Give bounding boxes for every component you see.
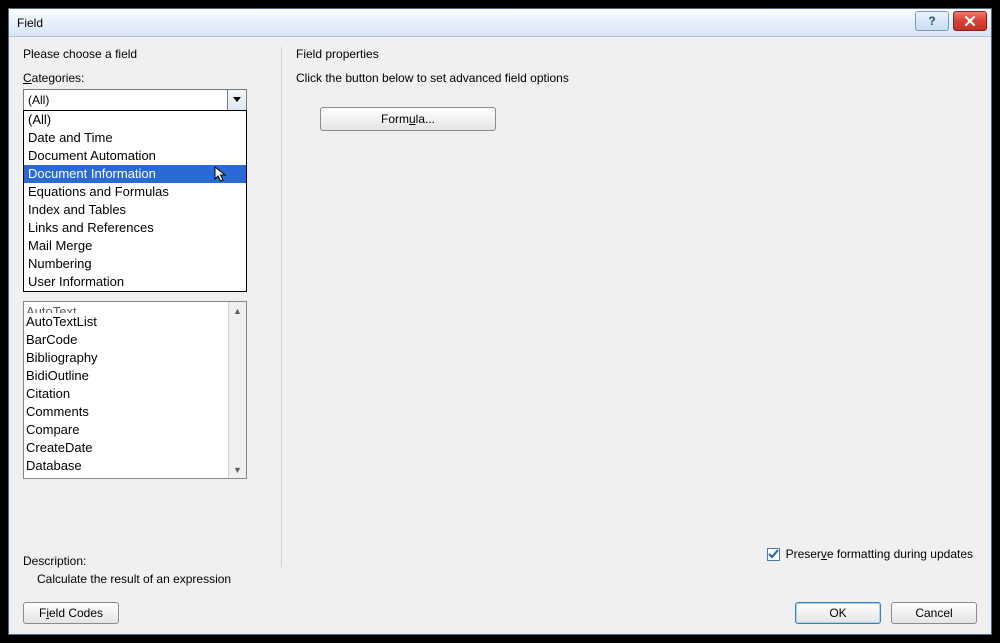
list-item[interactable]: Bibliography — [26, 349, 244, 367]
help-icon: ? — [928, 14, 935, 28]
description-text: Calculate the result of an expression — [23, 572, 231, 586]
description-label: Description: — [23, 554, 231, 568]
list-item[interactable]: BarCode — [26, 331, 244, 349]
preserve-formatting-checkbox[interactable]: Preserve formatting during updates — [767, 547, 973, 561]
help-button[interactable]: ? — [915, 11, 949, 31]
close-button[interactable] — [953, 11, 987, 31]
field-codes-button[interactable]: Field Codes — [23, 602, 119, 624]
dropdown-item[interactable]: Document Automation — [24, 147, 246, 165]
categories-combobox[interactable]: (All) — [23, 89, 247, 111]
window-title: Field — [17, 16, 43, 30]
list-item[interactable]: Compare — [26, 421, 244, 439]
field-properties-heading: Field properties — [296, 47, 977, 61]
categories-dropdown: (All)Date and TimeDocument AutomationDoc… — [23, 110, 247, 292]
dropdown-item[interactable]: Index and Tables — [24, 201, 246, 219]
checkbox-icon[interactable] — [767, 548, 780, 561]
choose-field-heading: Please choose a field — [23, 47, 267, 61]
scroll-up-icon[interactable]: ▲ — [229, 302, 246, 319]
titlebar[interactable]: Field ? — [9, 9, 991, 37]
scrollbar[interactable]: ▲ ▼ — [228, 302, 246, 478]
field-dialog: Field ? Please choose a field Catego — [8, 8, 992, 635]
scroll-down-icon[interactable]: ▼ — [229, 461, 246, 478]
instruction-text: Click the button below to set advanced f… — [296, 71, 977, 85]
dropdown-item[interactable]: Document Information — [24, 165, 246, 183]
dropdown-item[interactable]: User Information — [24, 273, 246, 291]
list-item[interactable]: CreateDate — [26, 439, 244, 457]
dropdown-item[interactable]: Links and References — [24, 219, 246, 237]
list-item[interactable]: AutoText — [26, 303, 244, 313]
ok-button[interactable]: OK — [795, 602, 881, 624]
chevron-down-icon[interactable] — [227, 90, 246, 110]
dropdown-item[interactable]: Equations and Formulas — [24, 183, 246, 201]
field-names-listbox[interactable]: AutoText AutoTextListBarCodeBibliography… — [23, 301, 247, 479]
close-icon — [964, 16, 976, 26]
dropdown-item[interactable]: Numbering — [24, 255, 246, 273]
preserve-formatting-label: Preserve formatting during updates — [786, 547, 973, 561]
combobox-value: (All) — [28, 93, 49, 107]
dropdown-item[interactable]: Mail Merge — [24, 237, 246, 255]
dropdown-item[interactable]: Date and Time — [24, 129, 246, 147]
list-item[interactable]: Citation — [26, 385, 244, 403]
list-item[interactable]: BidiOutline — [26, 367, 244, 385]
dropdown-item[interactable]: (All) — [24, 111, 246, 129]
list-item[interactable]: AutoTextList — [26, 313, 244, 331]
categories-label: Categories: — [23, 71, 267, 85]
list-item[interactable]: Comments — [26, 403, 244, 421]
divider — [281, 47, 282, 567]
list-item[interactable]: Database — [26, 457, 244, 475]
cancel-button[interactable]: Cancel — [891, 602, 977, 624]
formula-button[interactable]: Formula... — [320, 107, 496, 131]
